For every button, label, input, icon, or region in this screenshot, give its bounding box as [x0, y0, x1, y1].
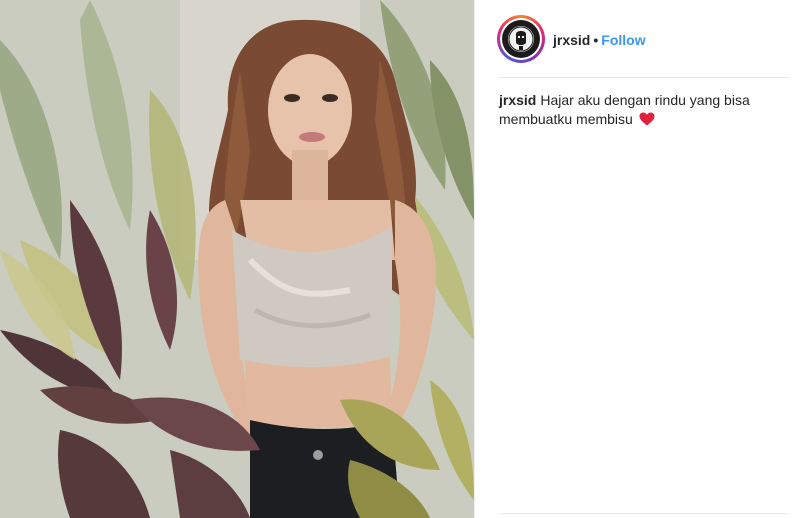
- heart-emoji-icon: [639, 112, 655, 131]
- avatar-logo-image: [502, 20, 540, 58]
- post-side-panel: jrxsid • Follow jrxsid Hajar aku dengan rin…: [474, 0, 800, 518]
- caption-username[interactable]: jrxsid: [499, 92, 536, 108]
- avatar[interactable]: [497, 15, 545, 63]
- post-header: jrxsid • Follow: [475, 0, 800, 78]
- caption-text: Hajar aku dengan rindu yang bisa membuat…: [499, 92, 750, 127]
- header-username[interactable]: jrxsid: [553, 32, 590, 48]
- follow-button[interactable]: Follow: [601, 32, 645, 48]
- footer-divider: [499, 513, 789, 514]
- post-caption: jrxsid Hajar aku dengan rindu yang bisa m…: [499, 91, 761, 131]
- avatar-logo-icon: [503, 21, 539, 57]
- instagram-post: jrxsid • Follow jrxsid Hajar aku dengan rin…: [0, 0, 800, 518]
- header-separator: •: [593, 32, 599, 48]
- photo-illustration: [0, 0, 474, 518]
- post-photo[interactable]: [0, 0, 474, 518]
- header-divider: [499, 77, 789, 78]
